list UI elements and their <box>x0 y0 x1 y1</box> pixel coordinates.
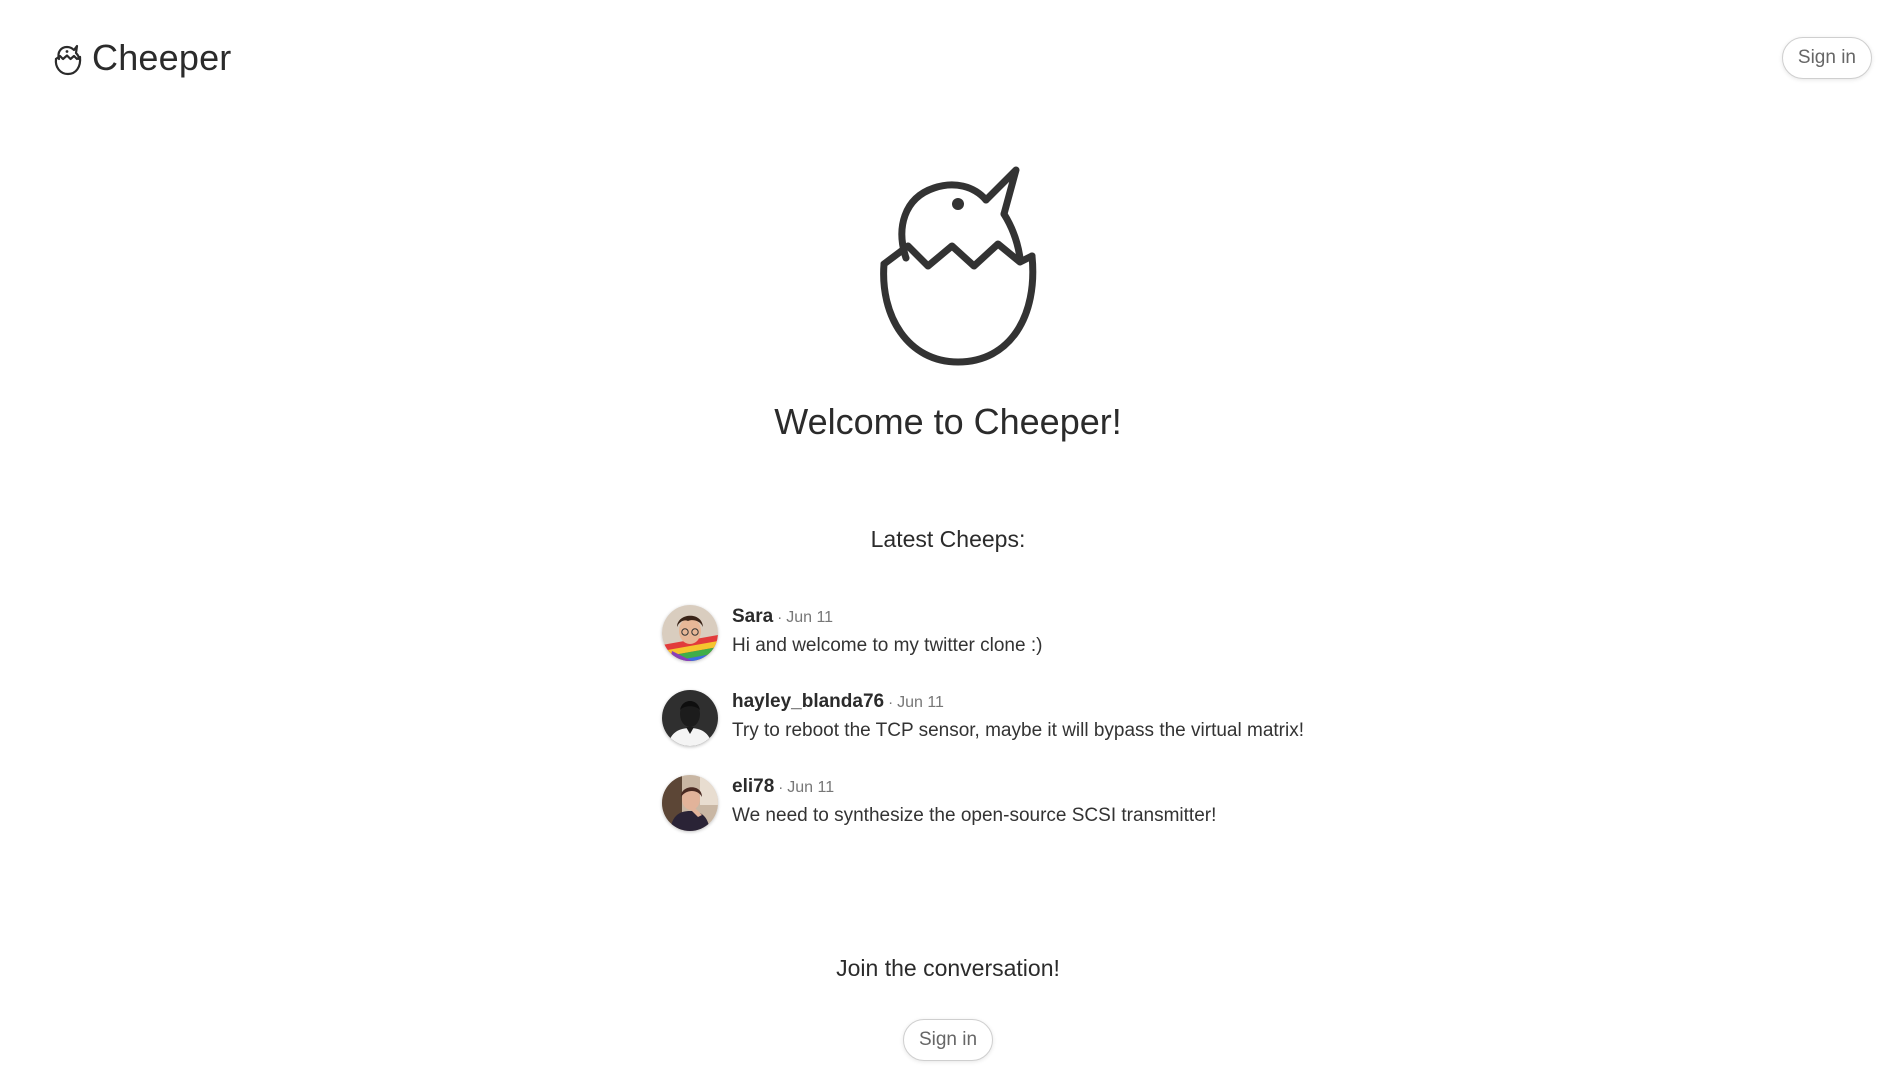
cheep-username[interactable]: eli78 <box>732 775 774 799</box>
cheep-body: Sara · Jun 11 Hi and welcome to my twitt… <box>732 603 1042 659</box>
cheep-item: hayley_blanda76 · Jun 11 Try to reboot t… <box>662 688 1362 773</box>
hatching-chick-icon <box>54 44 82 76</box>
cheep-username[interactable]: Sara <box>732 605 773 629</box>
join-signin-button[interactable]: Sign in <box>902 1019 994 1061</box>
cheep-meta: eli78 · Jun 11 <box>732 775 1216 800</box>
avatar-photo-icon <box>662 690 718 746</box>
cheep-item: eli78 · Jun 11 We need to synthesize the… <box>662 773 1362 858</box>
header-signin-button[interactable]: Sign in <box>1781 37 1872 79</box>
meta-separator: · <box>777 609 783 626</box>
avatar-photo-icon <box>662 775 718 831</box>
cheep-body: hayley_blanda76 · Jun 11 Try to reboot t… <box>732 688 1304 744</box>
cheep-item: Sara · Jun 11 Hi and welcome to my twitt… <box>662 603 1362 688</box>
avatar-photo-icon <box>662 605 718 661</box>
brand-link[interactable]: Cheeper <box>52 36 232 80</box>
avatar-eli78[interactable] <box>662 775 718 831</box>
cheep-text: We need to synthesize the open-source SC… <box>732 805 1217 826</box>
cheep-meta: hayley_blanda76 · Jun 11 <box>732 690 1304 715</box>
page: Cheeper Sign in Welcome to Cheeper! Late… <box>0 0 1896 1075</box>
latest-cheeps-heading: Latest Cheeps: <box>870 526 1026 552</box>
meta-separator: · <box>888 694 894 711</box>
avatar-hayley[interactable] <box>662 690 718 746</box>
meta-separator: · <box>778 779 784 796</box>
hatching-chick-logo-icon <box>880 166 1037 366</box>
cheep-text: Hi and welcome to my twitter clone :) <box>732 635 1043 656</box>
cheep-list: Sara · Jun 11 Hi and welcome to my twitt… <box>662 603 1362 858</box>
cheep-text: Try to reboot the TCP sensor, maybe it w… <box>732 720 1304 741</box>
join-heading: Join the conversation! <box>836 955 1060 981</box>
avatar-sara[interactable] <box>662 605 718 661</box>
cheep-body: eli78 · Jun 11 We need to synthesize the… <box>732 773 1216 829</box>
brand-name: Cheeper <box>92 37 232 78</box>
cheep-username[interactable]: hayley_blanda76 <box>732 690 884 714</box>
join-actions: Sign in <box>0 1019 1896 1061</box>
cheep-date: Jun 11 <box>787 779 835 796</box>
cheep-date: Jun 11 <box>786 609 834 626</box>
cheep-date: Jun 11 <box>897 694 944 711</box>
welcome-title: Welcome to Cheeper! <box>774 401 1122 442</box>
cheep-meta: Sara · Jun 11 <box>732 605 1042 630</box>
